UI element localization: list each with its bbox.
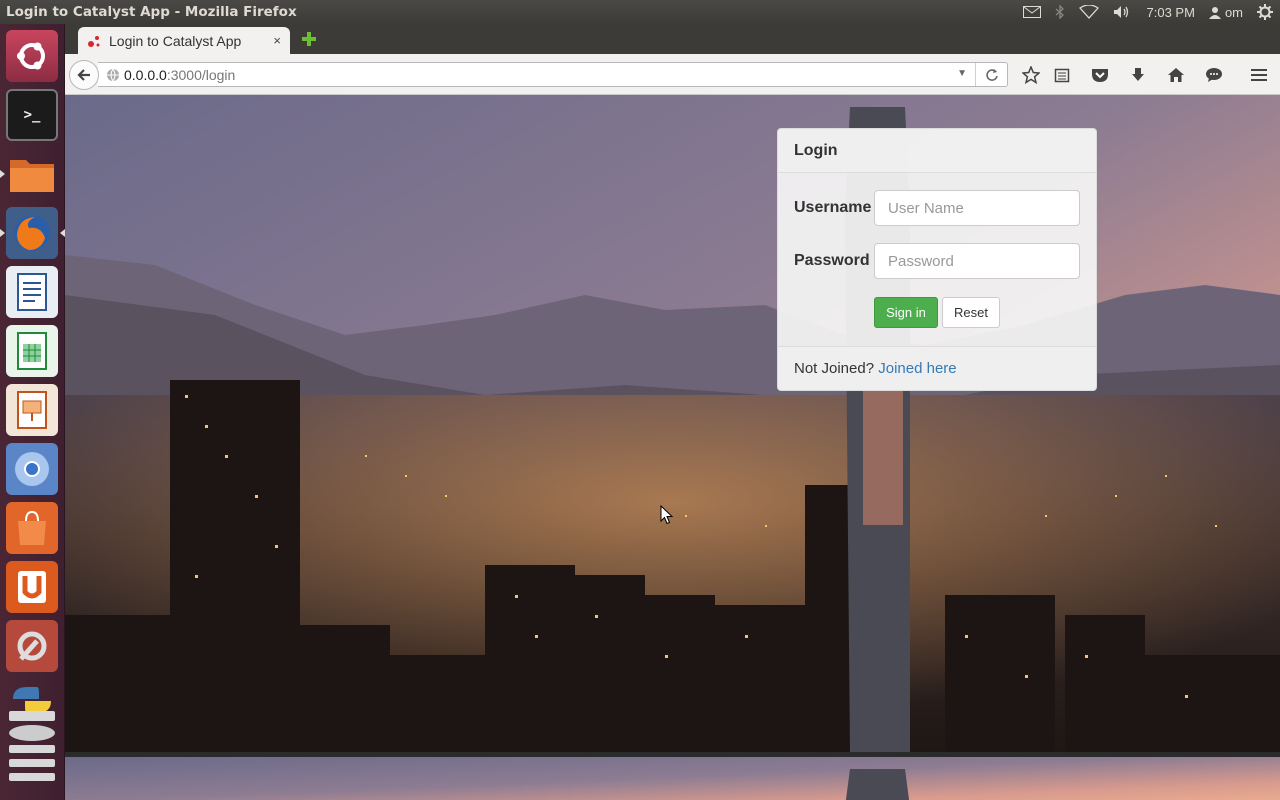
username-row: Username: [794, 190, 1080, 226]
top-panel: Login to Catalyst App - Mozilla Firefox …: [0, 0, 1280, 24]
writer-icon[interactable]: [6, 266, 58, 318]
globe-icon: [107, 68, 119, 81]
disks-icon[interactable]: [6, 708, 58, 798]
system-settings-icon[interactable]: [6, 620, 58, 672]
chromium-icon[interactable]: [6, 443, 58, 495]
calc-icon[interactable]: [6, 325, 58, 377]
reading-list-icon[interactable]: [1051, 64, 1073, 86]
url-path: :3000/login: [166, 66, 236, 83]
join-link[interactable]: Joined here: [878, 360, 956, 377]
page-content: Login Username Password Sign in Reset No…: [65, 95, 1280, 800]
not-joined-text: Not Joined?: [794, 360, 879, 377]
close-icon[interactable]: ×: [273, 33, 281, 48]
url-bar[interactable]: 0.0.0.0:3000/login ▼: [98, 62, 1008, 87]
reload-icon[interactable]: [975, 63, 1007, 86]
mouse-cursor-icon: [660, 505, 674, 525]
clock[interactable]: 7:03 PM: [1140, 0, 1202, 24]
catalyst-favicon-icon: [88, 35, 100, 47]
user-menu[interactable]: om: [1202, 0, 1250, 24]
hamburger-menu-icon[interactable]: [1248, 64, 1270, 86]
navigation-bar: 0.0.0.0:3000/login ▼: [65, 54, 1280, 95]
login-heading: Login: [778, 129, 1096, 173]
password-row: Password: [794, 243, 1080, 279]
password-input[interactable]: [874, 243, 1080, 279]
volume-icon[interactable]: [1106, 0, 1140, 24]
bookmark-star-icon[interactable]: [1020, 64, 1042, 86]
login-panel: Login Username Password Sign in Reset No…: [777, 128, 1097, 391]
username-input[interactable]: [874, 190, 1080, 226]
ubuntu-dash-icon[interactable]: [6, 30, 58, 82]
home-icon[interactable]: [1165, 64, 1187, 86]
firefox-icon[interactable]: [0, 207, 65, 259]
username-label: Username: [794, 199, 872, 216]
files-icon[interactable]: [0, 148, 58, 200]
arrow-left-icon: [77, 69, 90, 81]
password-label: Password: [794, 252, 870, 269]
ubuntu-one-icon[interactable]: [6, 561, 58, 613]
chat-icon[interactable]: [1203, 64, 1225, 86]
tab-login[interactable]: Login to Catalyst App ×: [78, 27, 290, 54]
pocket-icon[interactable]: [1089, 64, 1111, 86]
download-icon[interactable]: [1127, 64, 1149, 86]
user-icon: [1208, 6, 1221, 19]
tab-strip: Login to Catalyst App ×: [65, 24, 1280, 54]
url-host: 0.0.0.0: [124, 66, 167, 83]
user-name: om: [1224, 4, 1243, 20]
indicators: 7:03 PM om: [1016, 0, 1280, 24]
software-center-icon[interactable]: [6, 502, 58, 554]
window-title: Login to Catalyst App - Mozilla Firefox: [6, 4, 297, 20]
city-background-image: [65, 95, 1280, 752]
impress-icon[interactable]: [6, 384, 58, 436]
wifi-icon[interactable]: [1072, 0, 1106, 24]
bluetooth-icon[interactable]: [1048, 0, 1072, 24]
mail-icon[interactable]: [1016, 0, 1048, 24]
tab-title: Login to Catalyst App: [109, 32, 242, 49]
sign-in-button[interactable]: Sign in: [874, 297, 938, 328]
chevron-down-icon[interactable]: ▼: [957, 68, 967, 79]
city-background-repeat-image: [65, 757, 1280, 800]
back-button[interactable]: [69, 60, 99, 90]
launcher: >_: [0, 24, 65, 800]
login-footer: Not Joined? Joined here: [778, 346, 1096, 390]
gear-icon[interactable]: [1250, 0, 1280, 24]
reset-button[interactable]: Reset: [942, 297, 1000, 328]
new-tab-icon[interactable]: [299, 30, 319, 50]
terminal-icon[interactable]: >_: [6, 89, 58, 141]
